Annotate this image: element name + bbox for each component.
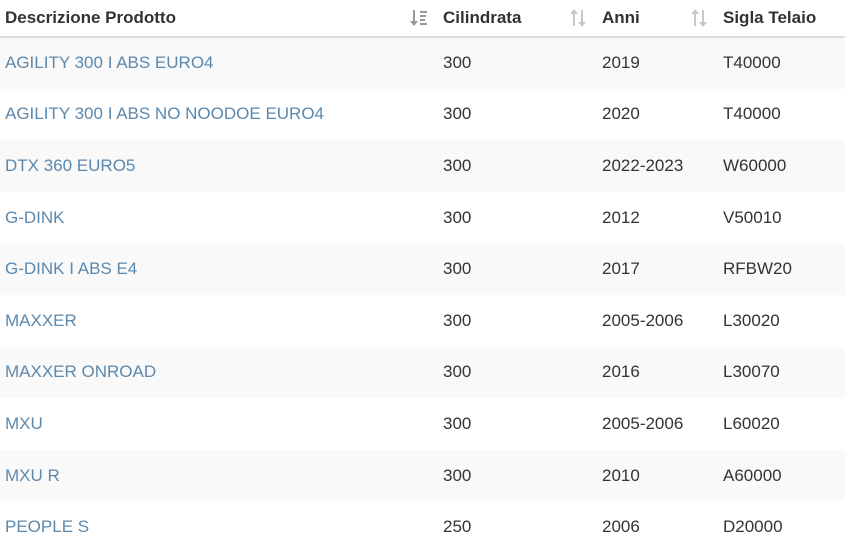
header-cilindrata[interactable]: Cilindrata xyxy=(438,0,597,38)
header-label: Anni xyxy=(602,8,640,27)
telaio-cell: L30070 xyxy=(718,346,845,399)
table-row: AGILITY 300 I ABS EURO4 300 2019 T40000 xyxy=(0,37,845,89)
product-link[interactable]: AGILITY 300 I ABS EURO4 xyxy=(5,53,214,72)
product-link[interactable]: PEOPLE S xyxy=(5,517,89,536)
table-row: MXU 300 2005-2006 L60020 xyxy=(0,398,845,450)
anni-cell: 2022-2023 xyxy=(597,140,718,192)
table-row: PEOPLE S 250 2006 D20000 xyxy=(0,501,845,553)
anni-cell: 2005-2006 xyxy=(597,294,718,347)
cilindrata-cell: 300 xyxy=(438,243,597,295)
table-row: AGILITY 300 I ABS NO NOODOE EURO4 300 20… xyxy=(0,88,845,141)
product-link[interactable]: MAXXER ONROAD xyxy=(5,362,156,381)
cilindrata-cell: 300 xyxy=(438,398,597,450)
header-label: Descrizione Prodotto xyxy=(5,8,176,27)
product-link[interactable]: MAXXER xyxy=(5,311,77,330)
header-label: Sigla Telaio xyxy=(723,8,817,27)
anni-cell: 2020 xyxy=(597,88,718,141)
product-link[interactable]: G-DINK xyxy=(5,208,65,227)
product-link[interactable]: MXU R xyxy=(5,466,60,485)
table-row: MXU R 300 2010 A60000 xyxy=(0,449,845,502)
anni-cell: 2019 xyxy=(597,37,718,89)
anni-cell: 2010 xyxy=(597,449,718,502)
telaio-cell: V50010 xyxy=(718,191,845,244)
sort-desc-icon[interactable] xyxy=(410,9,428,27)
table-header-row: Descrizione Prodotto Cilindrata Anni Sig… xyxy=(0,0,845,38)
telaio-cell: L60020 xyxy=(718,398,845,450)
cilindrata-cell: 300 xyxy=(438,449,597,502)
table-row: G-DINK 300 2012 V50010 xyxy=(0,191,845,244)
header-label: Cilindrata xyxy=(443,8,522,27)
product-link[interactable]: DTX 360 EURO5 xyxy=(5,156,135,175)
products-table: Descrizione Prodotto Cilindrata Anni Sig… xyxy=(0,0,845,553)
cilindrata-cell: 300 xyxy=(438,294,597,347)
table-row: MAXXER ONROAD 300 2016 L30070 xyxy=(0,346,845,399)
sort-icon[interactable] xyxy=(690,9,708,27)
header-anni[interactable]: Anni xyxy=(597,0,718,38)
sort-icon[interactable] xyxy=(569,9,587,27)
cilindrata-cell: 250 xyxy=(438,501,597,553)
telaio-cell: L30020 xyxy=(718,294,845,347)
cilindrata-cell: 300 xyxy=(438,37,597,89)
cilindrata-cell: 300 xyxy=(438,140,597,192)
anni-cell: 2016 xyxy=(597,346,718,399)
telaio-cell: RFBW20 xyxy=(718,243,845,295)
product-link[interactable]: AGILITY 300 I ABS NO NOODOE EURO4 xyxy=(5,104,324,123)
telaio-cell: T40000 xyxy=(718,88,845,141)
anni-cell: 2017 xyxy=(597,243,718,295)
cilindrata-cell: 300 xyxy=(438,88,597,141)
anni-cell: 2006 xyxy=(597,501,718,553)
table-row: G-DINK I ABS E4 300 2017 RFBW20 xyxy=(0,243,845,295)
telaio-cell: T40000 xyxy=(718,37,845,89)
cilindrata-cell: 300 xyxy=(438,191,597,244)
anni-cell: 2012 xyxy=(597,191,718,244)
table-row: DTX 360 EURO5 300 2022-2023 W60000 xyxy=(0,140,845,192)
product-link[interactable]: G-DINK I ABS E4 xyxy=(5,259,137,278)
telaio-cell: A60000 xyxy=(718,449,845,502)
anni-cell: 2005-2006 xyxy=(597,398,718,450)
table-row: MAXXER 300 2005-2006 L30020 xyxy=(0,294,845,347)
cilindrata-cell: 300 xyxy=(438,346,597,399)
header-sigla-telaio[interactable]: Sigla Telaio xyxy=(718,0,845,38)
header-descrizione[interactable]: Descrizione Prodotto xyxy=(0,0,438,38)
telaio-cell: D20000 xyxy=(718,501,845,553)
product-link[interactable]: MXU xyxy=(5,414,43,433)
telaio-cell: W60000 xyxy=(718,140,845,192)
